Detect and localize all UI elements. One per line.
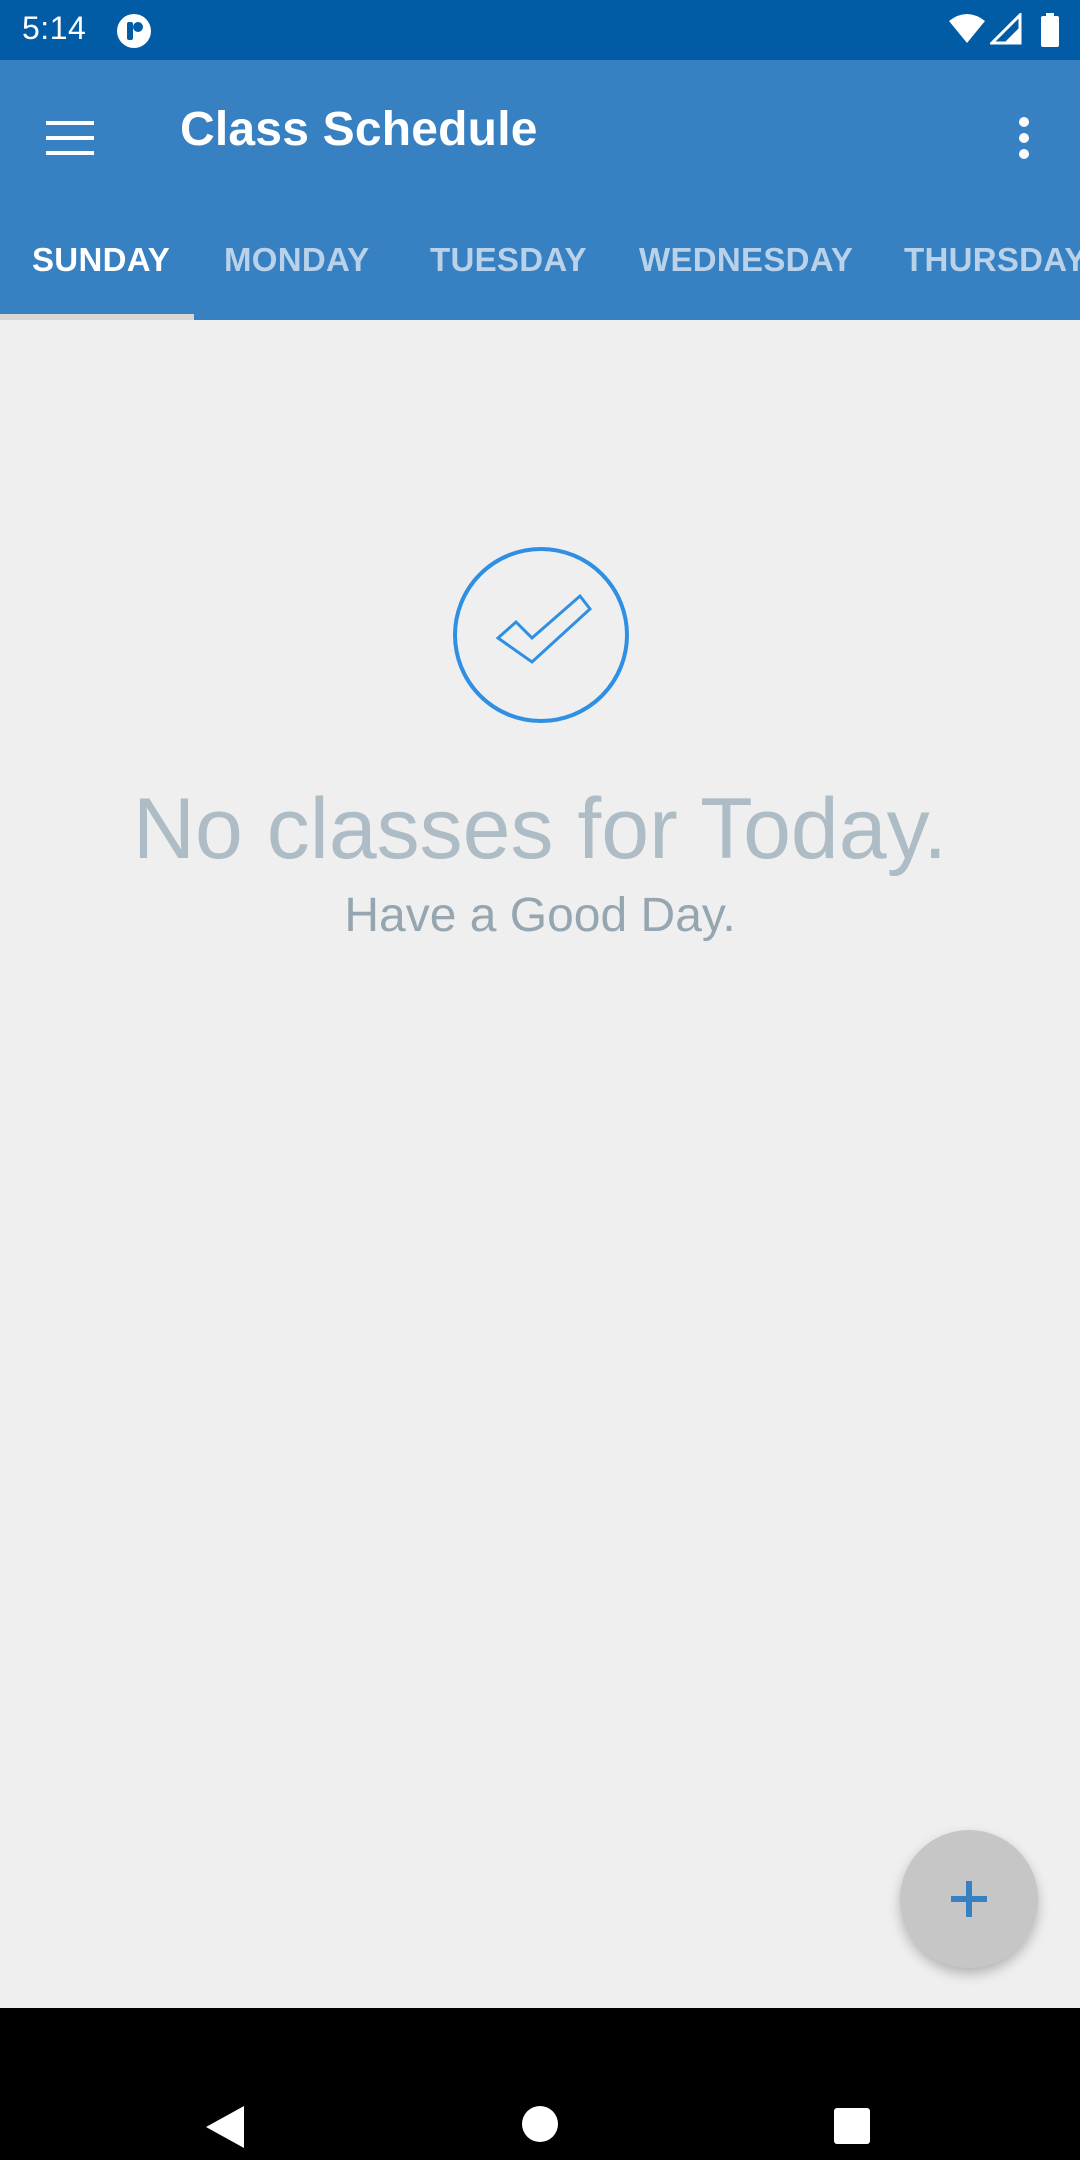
status-bar: 5:14: [0, 0, 1080, 60]
tab-sunday[interactable]: SUNDAY: [32, 200, 170, 320]
tab-thursday[interactable]: THURSDAY: [904, 200, 1080, 320]
tab-wednesday[interactable]: WEDNESDAY: [639, 200, 853, 320]
tab-monday[interactable]: MONDAY: [224, 200, 369, 320]
hamburger-menu-icon: [46, 121, 94, 155]
plus-icon: [951, 1881, 987, 1917]
recents-icon[interactable]: [834, 2108, 870, 2144]
empty-state-subtitle: Have a Good Day.: [344, 889, 736, 942]
signal-icon: [990, 13, 1022, 45]
app-notification-icon: [117, 14, 151, 48]
day-tabs: SUNDAY MONDAY TUESDAY WEDNESDAY THURSDAY: [0, 200, 1080, 320]
tab-indicator: [0, 314, 194, 320]
battery-icon: [1041, 13, 1059, 47]
check-circle-icon: [453, 547, 629, 723]
page-title: Class Schedule: [180, 103, 538, 156]
navigation-bar: [0, 2008, 1080, 2160]
tab-tuesday[interactable]: TUESDAY: [430, 200, 587, 320]
add-class-button[interactable]: [900, 1830, 1038, 1968]
overflow-menu-button[interactable]: [1004, 106, 1044, 170]
wifi-icon: [949, 14, 985, 43]
status-time: 5:14: [22, 10, 87, 46]
home-icon[interactable]: [522, 2106, 558, 2142]
back-icon[interactable]: [204, 2104, 246, 2150]
more-vert-icon: [1019, 117, 1029, 159]
empty-state-title: No classes for Today.: [132, 781, 948, 877]
menu-button[interactable]: [38, 106, 102, 170]
